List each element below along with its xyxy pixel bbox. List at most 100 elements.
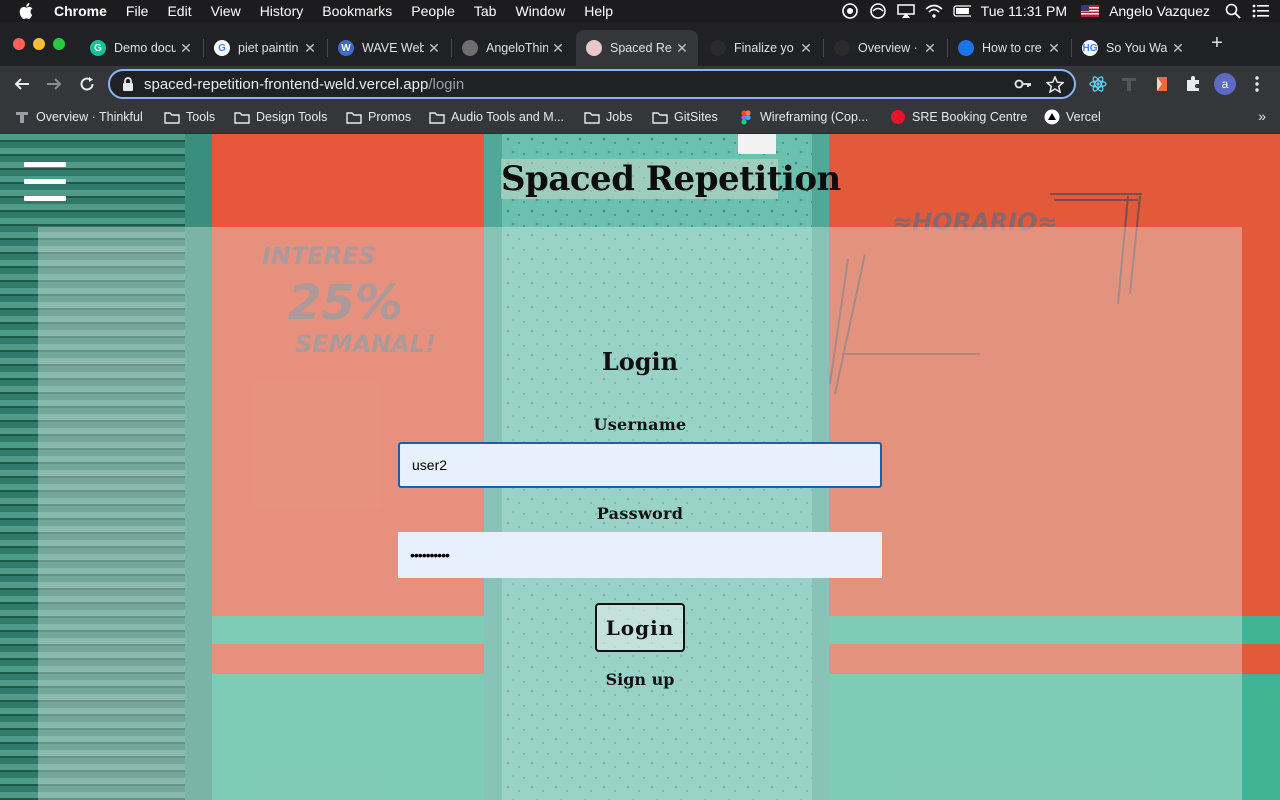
menu-people[interactable]: People: [411, 0, 455, 22]
bookmark-label: GitSites: [674, 110, 718, 124]
url-path: /login: [428, 75, 465, 93]
password-label: Password: [596, 504, 684, 523]
focus-icon[interactable]: [841, 3, 859, 19]
do-not-disturb-icon[interactable]: [869, 3, 887, 19]
globe-icon: [462, 40, 478, 56]
bookmark-label: Jobs: [606, 110, 633, 124]
bookmark-star-icon[interactable]: [1046, 76, 1064, 93]
username-input[interactable]: [398, 442, 882, 488]
spotlight-search-icon[interactable]: [1224, 3, 1242, 19]
browser-tab[interactable]: Overview · ✕: [824, 30, 946, 66]
lock-icon[interactable]: [122, 77, 134, 91]
tab-close-icon[interactable]: ✕: [674, 40, 690, 56]
bookmark-item[interactable]: Vercel: [1044, 109, 1101, 125]
bookmark-label: Design Tools: [256, 110, 328, 124]
login-heading: Login: [601, 347, 679, 376]
username-label: Username: [593, 415, 687, 434]
browser-toolbar: spaced-repetition-frontend-weld.vercel.a…: [0, 66, 1280, 102]
profile-avatar[interactable]: a: [1214, 73, 1236, 95]
reload-button[interactable]: [75, 72, 99, 96]
thinkful-icon: [834, 40, 850, 56]
bookmark-label: Tools: [186, 110, 216, 124]
menu-edit[interactable]: Edit: [167, 0, 191, 22]
tab-close-icon[interactable]: ✕: [178, 40, 194, 56]
bookmark-item[interactable]: Jobs: [584, 110, 632, 124]
reload-icon: [80, 77, 94, 91]
chrome-menu-icon[interactable]: [1246, 73, 1268, 95]
bookmark-item[interactable]: SRE Booking Centre: [890, 110, 1027, 124]
bookmark-item[interactable]: Wireframing (Cop...: [738, 109, 868, 125]
browser-tab[interactable]: AngeloThin ✕: [452, 30, 574, 66]
tab-close-icon[interactable]: ✕: [922, 40, 938, 56]
bookmark-label: Vercel: [1066, 110, 1101, 124]
window-minimize-button[interactable]: [33, 38, 45, 50]
browser-tab[interactable]: How to cre ✕: [948, 30, 1070, 66]
browser-tab[interactable]: G Demo docu ✕: [80, 30, 202, 66]
apple-icon[interactable]: [19, 0, 37, 22]
bookmark-item[interactable]: Audio Tools and M...: [429, 110, 564, 124]
browser-tab[interactable]: HG So You Wa ✕: [1072, 30, 1194, 66]
react-devtools-icon[interactable]: [1087, 73, 1109, 95]
bookmark-item[interactable]: GitSites: [652, 110, 718, 124]
airplay-icon[interactable]: [896, 3, 915, 19]
tab-close-icon[interactable]: ✕: [302, 40, 318, 56]
battery-icon[interactable]: [953, 3, 971, 19]
red-circle-icon: [890, 110, 906, 124]
menu-bookmarks[interactable]: Bookmarks: [322, 0, 392, 22]
browser-tab[interactable]: Spaced Re ✕: [576, 30, 698, 66]
browser-tab[interactable]: W WAVE Web ✕: [328, 30, 450, 66]
grammarly-icon: G: [90, 40, 106, 56]
bookmark-item[interactable]: Tools: [164, 110, 215, 124]
signup-link[interactable]: Sign up: [0, 670, 1280, 689]
browser-tab[interactable]: Finalize yo ✕: [700, 30, 822, 66]
hg-icon: HG: [1082, 40, 1098, 56]
menu-history[interactable]: History: [260, 0, 304, 22]
tab-close-icon[interactable]: ✕: [798, 40, 814, 56]
bookmarks-overflow-button[interactable]: »: [1258, 108, 1266, 124]
menu-tab[interactable]: Tab: [474, 0, 497, 22]
us-flag-icon[interactable]: [1081, 3, 1100, 19]
google-icon: G: [214, 40, 230, 56]
tab-close-icon[interactable]: ✕: [1046, 40, 1062, 56]
menu-window[interactable]: Window: [515, 0, 565, 22]
browser-tab[interactable]: Gpiet paintin ✕: [204, 30, 326, 66]
extension-orange-icon[interactable]: [1151, 73, 1173, 95]
menu-app-chrome[interactable]: Chrome: [54, 0, 107, 22]
folder-icon: [234, 110, 250, 124]
notification-center-icon[interactable]: [1252, 3, 1270, 19]
tab-close-icon[interactable]: ✕: [1170, 40, 1186, 56]
menu-help[interactable]: Help: [584, 0, 613, 22]
menu-file[interactable]: File: [126, 0, 149, 22]
menu-view[interactable]: View: [211, 0, 241, 22]
tab-title: piet paintin: [238, 41, 299, 55]
bookmark-item[interactable]: Promos: [346, 110, 411, 124]
tab-close-icon[interactable]: ✕: [550, 40, 566, 56]
tab-title: WAVE Web: [362, 41, 424, 55]
hamburger-menu-button[interactable]: [24, 162, 66, 202]
wifi-icon[interactable]: [925, 3, 943, 19]
back-button[interactable]: [10, 72, 34, 96]
forward-button[interactable]: [42, 72, 66, 96]
extensions-puzzle-icon[interactable]: [1182, 73, 1204, 95]
new-tab-button[interactable]: +: [1206, 32, 1228, 54]
tab-title: AngeloThin: [486, 41, 548, 55]
tab-title: Demo docu: [114, 41, 176, 55]
thinkful-icon: [14, 110, 30, 124]
thinkful-extension-icon[interactable]: [1118, 73, 1140, 95]
window-close-button[interactable]: [13, 38, 25, 50]
menubar-user[interactable]: Angelo Vazquez: [1109, 3, 1210, 19]
bookmark-item[interactable]: Design Tools: [234, 110, 327, 124]
skull-icon: [586, 40, 602, 56]
window-zoom-button[interactable]: [53, 38, 65, 50]
folder-icon: [584, 110, 600, 124]
bookmark-item[interactable]: Overview · Thinkful: [14, 110, 143, 124]
key-icon[interactable]: [1014, 76, 1032, 92]
address-bar[interactable]: spaced-repetition-frontend-weld.vercel.a…: [108, 69, 1076, 99]
login-submit-button[interactable]: Login: [595, 603, 685, 652]
menubar-clock[interactable]: Tue 11:31 PM: [981, 3, 1067, 19]
tab-strip: G Demo docu ✕ Gpiet paintin ✕ W WAVE Web ✕ Angel…: [0, 22, 1280, 66]
bookmarks-bar: Overview · Thinkful Tools Design Tools Prom…: [0, 102, 1280, 134]
back-arrow-icon: [14, 78, 29, 90]
tab-close-icon[interactable]: ✕: [426, 40, 442, 56]
password-input[interactable]: [398, 532, 882, 578]
